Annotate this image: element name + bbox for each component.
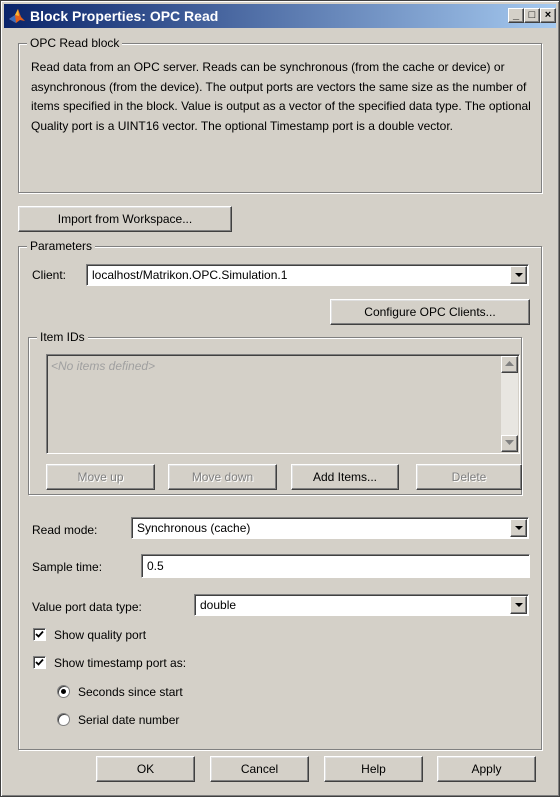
chevron-down-icon — [515, 603, 523, 607]
close-button[interactable]: × — [540, 8, 556, 23]
ok-button[interactable]: OK — [96, 756, 195, 782]
cancel-button[interactable]: Cancel — [210, 756, 309, 782]
matlab-logo-icon — [9, 9, 25, 23]
apply-button[interactable]: Apply — [437, 756, 536, 782]
item-ids-placeholder: <No items defined> — [51, 359, 156, 373]
show-quality-port-label[interactable]: Show quality port — [54, 628, 146, 642]
sample-time-label: Sample time: — [32, 560, 103, 574]
show-quality-port-checkbox[interactable] — [33, 628, 46, 641]
block-description-group: OPC Read block Read data from an OPC ser… — [18, 36, 542, 193]
move-up-button[interactable]: Move up — [46, 464, 155, 490]
show-timestamp-port-label[interactable]: Show timestamp port as: — [54, 656, 186, 670]
serial-date-number-radio[interactable] — [57, 713, 70, 726]
scroll-down-arrow-icon — [505, 440, 514, 445]
chevron-down-icon — [515, 526, 523, 530]
item-ids-scrollbar[interactable] — [501, 356, 518, 452]
seconds-since-start-label[interactable]: Seconds since start — [78, 685, 183, 699]
move-down-button[interactable]: Move down — [168, 464, 277, 490]
minimize-icon: _ — [512, 9, 520, 21]
client-dropdown-button[interactable] — [510, 266, 527, 284]
block-description: Read data from an OPC server. Reads can … — [31, 60, 531, 133]
value-port-data-type-value: double — [200, 598, 237, 612]
parameters-group-label: Parameters — [27, 239, 96, 253]
scroll-up-button[interactable] — [501, 356, 518, 373]
item-ids-list[interactable]: <No items defined> — [46, 354, 520, 454]
serial-date-number-label[interactable]: Serial date number — [78, 713, 179, 727]
maximize-button[interactable]: □ — [524, 8, 540, 23]
value-port-data-type-label: Value port data type: — [32, 600, 142, 614]
minimize-button[interactable]: _ — [508, 8, 524, 23]
show-timestamp-port-checkbox[interactable] — [33, 656, 46, 669]
window-title: Block Properties: OPC Read — [30, 8, 219, 24]
chevron-down-icon — [515, 273, 523, 277]
scroll-down-button[interactable] — [501, 435, 518, 452]
title-bar[interactable]: Block Properties: OPC Read _ □ × — [4, 4, 556, 28]
help-button[interactable]: Help — [324, 756, 423, 782]
read-mode-label: Read mode: — [32, 523, 98, 537]
maximize-icon: □ — [528, 9, 536, 21]
radio-selected-dot — [61, 689, 66, 694]
item-ids-group: Item IDs <No items defined> Move up Move… — [28, 330, 522, 495]
configure-opc-clients-button[interactable]: Configure OPC Clients... — [330, 299, 530, 325]
checkmark-icon — [35, 630, 44, 638]
block-properties-window: Block Properties: OPC Read _ □ × OPC Rea… — [0, 0, 560, 797]
read-mode-value: Synchronous (cache) — [137, 521, 251, 535]
sample-time-input[interactable] — [141, 554, 530, 578]
client-label: Client: — [32, 268, 67, 282]
item-ids-label: Item IDs — [37, 330, 88, 344]
close-icon: × — [544, 9, 552, 21]
parameters-group: Parameters Client: localhost/Matrikon.OP… — [18, 239, 542, 750]
delete-button[interactable]: Delete — [416, 464, 522, 490]
value-port-data-type-select[interactable]: double — [194, 594, 529, 616]
client-value: localhost/Matrikon.OPC.Simulation.1 — [92, 268, 288, 282]
read-mode-dropdown-button[interactable] — [510, 519, 527, 537]
block-group-label: OPC Read block — [27, 36, 123, 50]
read-mode-select[interactable]: Synchronous (cache) — [131, 517, 529, 539]
scroll-up-arrow-icon — [505, 361, 514, 366]
client-select[interactable]: localhost/Matrikon.OPC.Simulation.1 — [86, 264, 529, 286]
value-port-dropdown-button[interactable] — [510, 596, 527, 614]
seconds-since-start-radio[interactable] — [57, 685, 70, 698]
import-from-workspace-button[interactable]: Import from Workspace... — [18, 206, 232, 232]
checkmark-icon — [35, 658, 44, 666]
add-items-button[interactable]: Add Items... — [291, 464, 399, 490]
